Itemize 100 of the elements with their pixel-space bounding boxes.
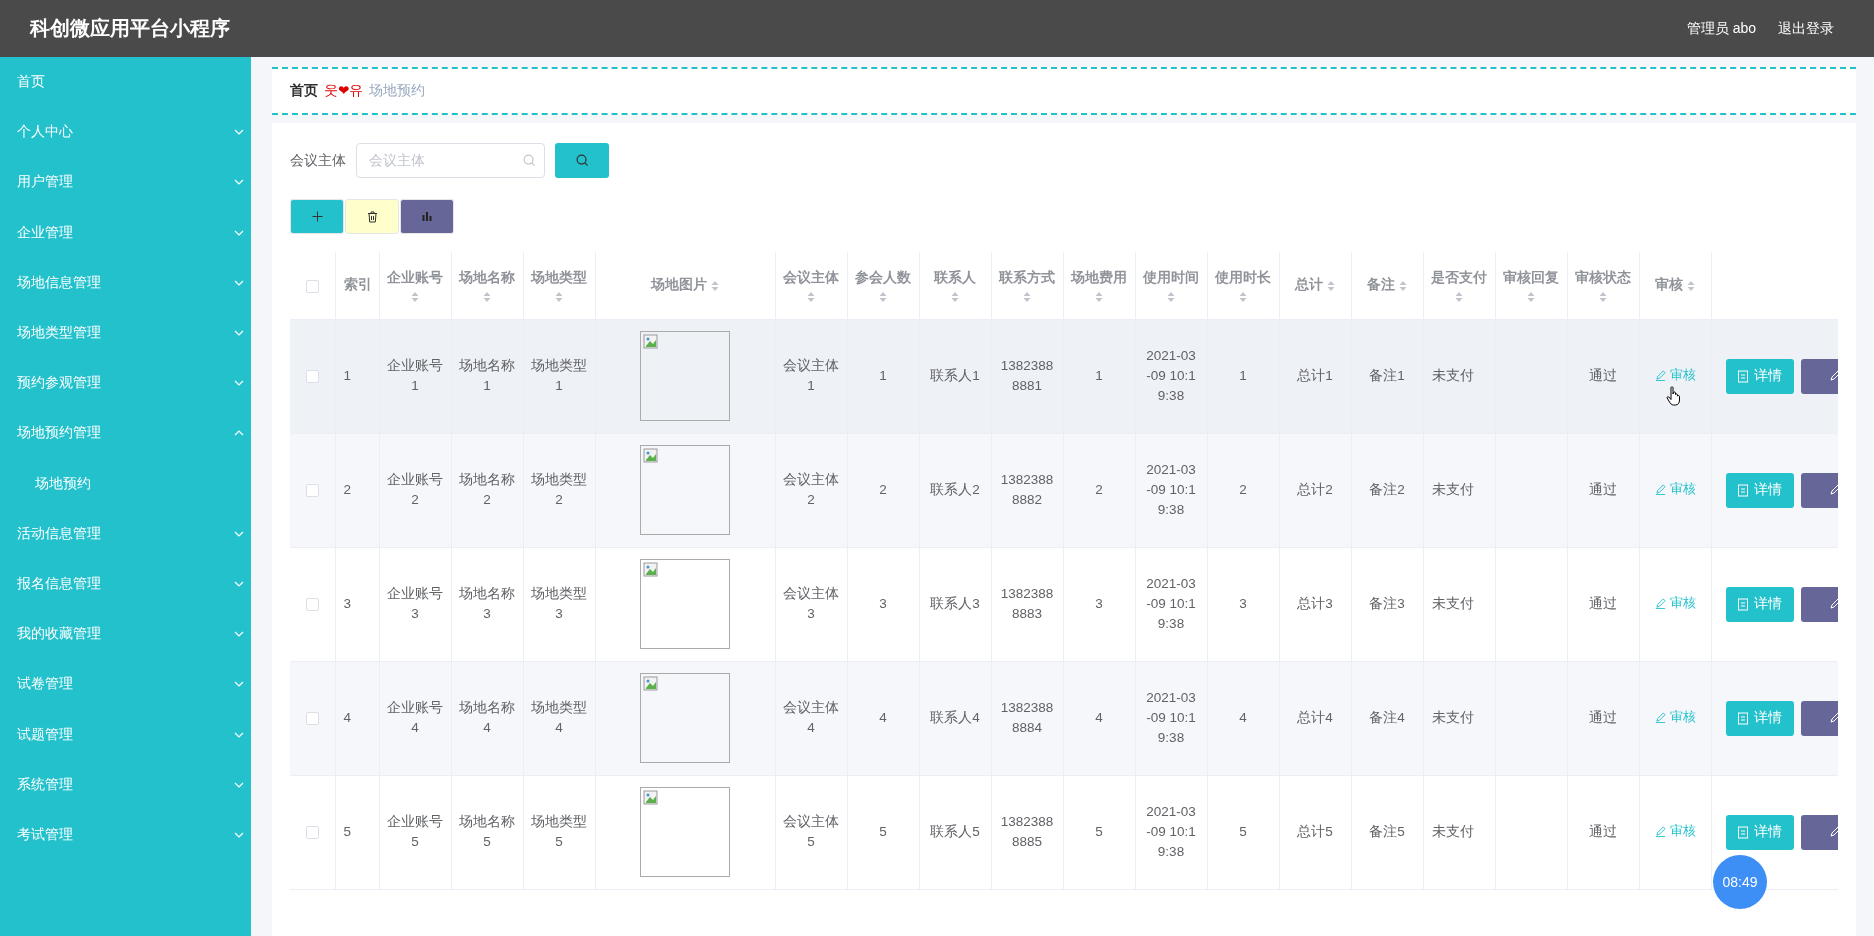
table-cell-text: 备注1: [1368, 367, 1406, 386]
detail-button[interactable]: 详情: [1725, 358, 1794, 394]
table-cell-text: 2021-03-09 10:19:38: [1145, 461, 1197, 519]
pencil-icon: [1654, 825, 1666, 837]
checkbox[interactable]: [305, 483, 319, 497]
detail-button[interactable]: 详情: [1725, 700, 1794, 736]
review-link[interactable]: 审核: [1654, 821, 1696, 842]
sort-icon[interactable]: [1167, 291, 1175, 304]
review-link[interactable]: 审核: [1654, 365, 1696, 386]
table-cell-text: 场地类型1: [530, 357, 588, 395]
table-cell-text: 未支付: [1431, 481, 1474, 500]
table-cell-text: 3: [1094, 595, 1104, 614]
sidebar-item[interactable]: 试题管理: [0, 709, 251, 760]
table-cell-text: 总计5: [1296, 823, 1334, 842]
sidebar-item[interactable]: 场地信息管理: [0, 257, 251, 308]
table-cell: 4: [343, 710, 351, 725]
checkbox[interactable]: [305, 711, 319, 725]
column-header: 参会人数: [855, 268, 911, 287]
document-icon: [1737, 825, 1749, 839]
breadcrumb-home[interactable]: 首页: [290, 82, 318, 100]
column-header: 索引: [343, 276, 372, 295]
broken-image-icon: [643, 448, 659, 464]
sort-icon[interactable]: [1686, 279, 1695, 292]
sort-icon[interactable]: [710, 279, 719, 292]
sort-icon[interactable]: [1239, 291, 1247, 304]
search-icon[interactable]: [575, 154, 589, 167]
pencil-icon: [1654, 711, 1666, 723]
sidebar-item[interactable]: 预约参观管理: [0, 358, 251, 409]
sort-icon[interactable]: [1023, 291, 1031, 304]
column-header: 场地费用: [1071, 268, 1127, 287]
table-cell-text: 场地名称1: [458, 357, 516, 395]
logout-link[interactable]: 退出登录: [1778, 19, 1834, 38]
checkbox[interactable]: [305, 597, 319, 611]
table-cell-text: 2: [878, 481, 888, 500]
review-link[interactable]: 审核: [1654, 593, 1696, 614]
sidebar-item[interactable]: 场地预约管理: [0, 408, 251, 459]
column-header: 场地名称: [459, 268, 515, 287]
sidebar-item[interactable]: 场地预约: [0, 458, 251, 509]
checkbox[interactable]: [305, 279, 319, 293]
trash-icon: [366, 210, 378, 223]
column-header: 使用时长: [1215, 268, 1271, 287]
checkbox[interactable]: [305, 369, 319, 383]
review-link[interactable]: 审核: [1654, 479, 1696, 500]
sort-icon[interactable]: [1455, 291, 1463, 304]
sidebar-item[interactable]: 个人中心: [0, 107, 251, 158]
sort-icon[interactable]: [951, 291, 959, 304]
document-icon: [1737, 597, 1749, 611]
sort-icon[interactable]: [1326, 279, 1335, 292]
sidebar-item[interactable]: 用户管理: [0, 157, 251, 208]
table-cell-text: 会议主体1: [782, 357, 840, 395]
table-cell-text: 通过: [1588, 481, 1618, 500]
sort-icon[interactable]: [411, 291, 419, 304]
table-cell: 2: [343, 482, 351, 497]
add-button[interactable]: [290, 199, 344, 234]
broken-image-icon: [643, 790, 659, 806]
column-header: 使用时间: [1143, 268, 1199, 287]
search-field[interactable]: 会议主体: [356, 143, 545, 178]
review-link[interactable]: 审核: [1654, 707, 1696, 728]
table-cell-text: 场地类型2: [530, 471, 588, 509]
table-cell-text: 13823888885: [999, 813, 1055, 851]
sort-icon[interactable]: [555, 291, 563, 304]
table-cell-text: 13823888884: [999, 699, 1055, 737]
sidebar-item[interactable]: 系统管理: [0, 759, 251, 810]
sidebar-item[interactable]: 报名信息管理: [0, 558, 251, 610]
sort-icon[interactable]: [879, 291, 887, 304]
table-cell-text: 3: [878, 595, 888, 614]
table-cell-text: 5: [1094, 823, 1104, 842]
sort-icon[interactable]: [1398, 279, 1407, 292]
sidebar-item[interactable]: 企业管理: [0, 207, 251, 258]
sort-icon[interactable]: [1599, 291, 1607, 304]
detail-button[interactable]: 详情: [1725, 814, 1794, 850]
table-cell-text: 5: [878, 823, 888, 842]
detail-button[interactable]: 详情: [1725, 472, 1794, 508]
breadcrumb-current: 场地预约: [369, 82, 426, 100]
sidebar-item[interactable]: 场地类型管理: [0, 307, 251, 359]
table-cell: 3: [343, 596, 351, 611]
sort-icon[interactable]: [483, 291, 491, 304]
sort-icon[interactable]: [807, 291, 815, 304]
pencil-icon: [1654, 597, 1666, 609]
sidebar-item[interactable]: 考试管理: [0, 809, 251, 860]
sidebar-item[interactable]: 试卷管理: [0, 659, 251, 710]
sort-icon[interactable]: [1527, 291, 1535, 304]
column-header: 是否支付: [1431, 268, 1487, 287]
sidebar-item[interactable]: 活动信息管理: [0, 508, 251, 559]
table-cell-text: 总计2: [1296, 481, 1334, 500]
breadcrumb-separator: 웃❤유: [324, 82, 364, 100]
document-icon: [1737, 369, 1749, 383]
sidebar-item[interactable]: 我的收藏管理: [0, 609, 251, 660]
sort-icon[interactable]: [1095, 291, 1103, 304]
table-cell: 5: [343, 824, 351, 839]
column-header: 联系人: [934, 268, 976, 287]
table-cell-text: 会议主体4: [782, 699, 840, 737]
sidebar-item[interactable]: 首页: [0, 57, 251, 108]
detail-button[interactable]: 详情: [1725, 586, 1794, 622]
table-cell-text: 未支付: [1431, 823, 1474, 842]
table-cell-text: 企业账号1: [386, 357, 444, 395]
chart-button[interactable]: [400, 199, 454, 234]
plus-icon: [311, 211, 323, 222]
table-cell-text: 4: [1094, 709, 1104, 728]
checkbox[interactable]: [305, 825, 319, 839]
